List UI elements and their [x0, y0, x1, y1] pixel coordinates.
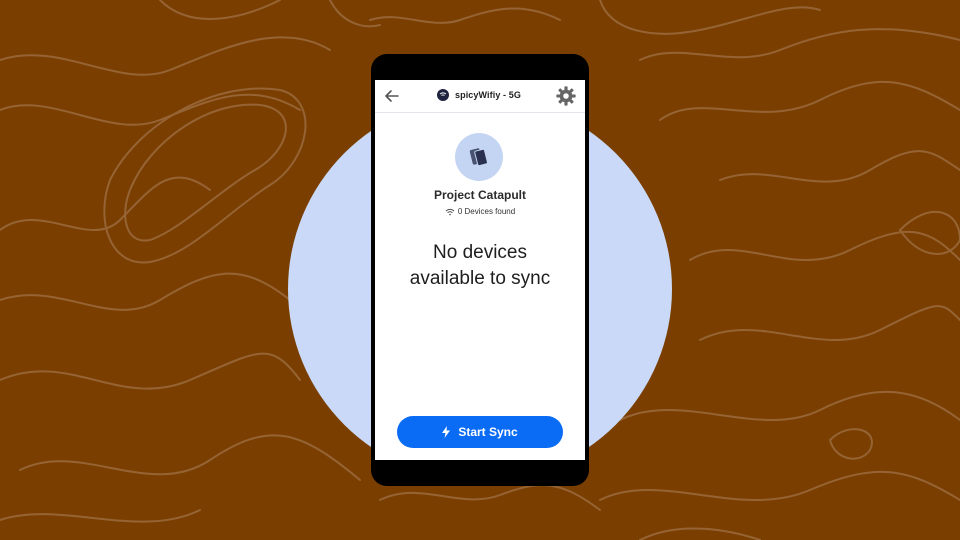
- wifi-dot-icon: [437, 89, 449, 101]
- empty-state-line-2: available to sync: [409, 268, 551, 289]
- empty-state-line-1: No devices: [433, 242, 527, 263]
- wifi-icon: [445, 208, 455, 215]
- lightning-icon: [442, 426, 451, 438]
- devices-found-status: 0 Devices found: [375, 207, 585, 216]
- devices-stack-icon: [469, 148, 488, 167]
- phone-frame: spicyWifiy - 5G Project Catapult 0 Devic…: [371, 54, 589, 486]
- app-header: spicyWifiy - 5G: [375, 80, 585, 113]
- network-name: spicyWifiy - 5G: [455, 90, 521, 100]
- start-sync-label: Start Sync: [458, 425, 518, 439]
- arrow-left-icon[interactable]: [383, 87, 401, 105]
- gear-icon[interactable]: [555, 85, 577, 107]
- empty-state-message: No devices available to sync: [375, 240, 585, 292]
- network-indicator: spicyWifiy - 5G: [437, 89, 521, 101]
- project-title: Project Catapult: [433, 188, 526, 202]
- devices-found-label: 0 Devices found: [457, 207, 516, 216]
- start-sync-button[interactable]: Start Sync: [397, 416, 563, 448]
- project-avatar: [455, 133, 503, 181]
- app-screen: spicyWifiy - 5G Project Catapult 0 Devic…: [375, 80, 585, 460]
